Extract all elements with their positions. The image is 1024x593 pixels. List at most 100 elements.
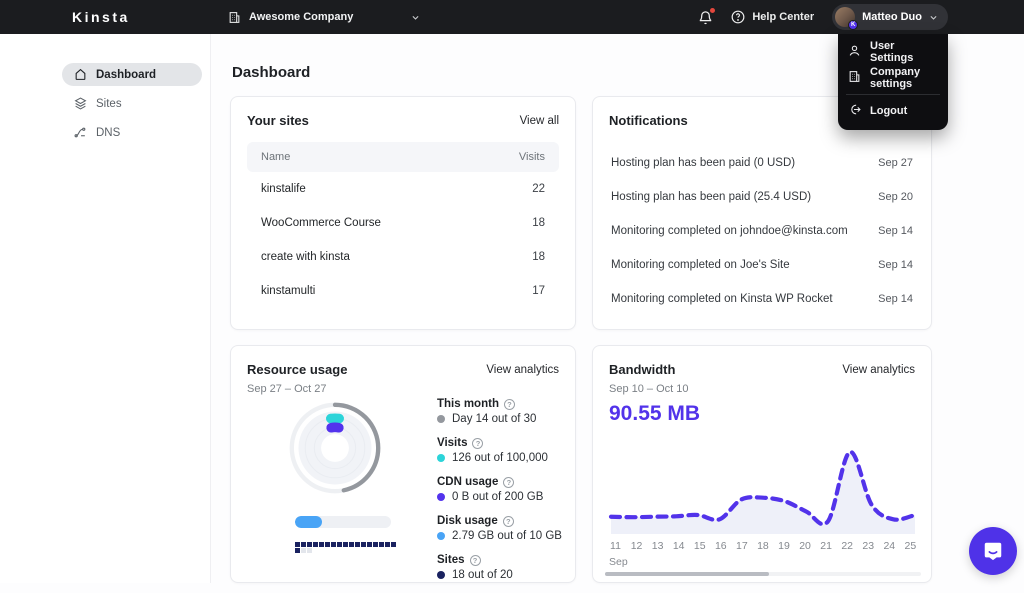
x-tick-label: 25 — [904, 540, 917, 552]
info-icon[interactable]: ? — [503, 398, 515, 410]
site-visits: 18 — [532, 251, 545, 263]
metric-cdn-usage: CDN usage? 0 B out of 200 GB — [437, 476, 562, 503]
logout-icon — [848, 103, 861, 119]
metric-label: Visits? — [437, 437, 562, 449]
help-center-label: Help Center — [752, 11, 815, 23]
disk-usage-fill — [295, 516, 322, 528]
info-icon[interactable]: ? — [469, 554, 481, 566]
metric-label: Disk usage? — [437, 515, 562, 527]
list-item[interactable]: Monitoring completed on johndoe@kinsta.c… — [609, 214, 915, 248]
your-sites-card: Your sites View all Name Visits kinstali… — [230, 96, 576, 330]
metric-label-text: Disk usage — [437, 515, 498, 527]
resource-usage-view-analytics-link[interactable]: View analytics — [486, 364, 559, 376]
menu-item-logout[interactable]: Logout — [838, 98, 948, 124]
metric-visits: Visits? 126 out of 100,000 — [437, 437, 562, 464]
metric-value: 126 out of 100,000 — [437, 452, 562, 464]
menu-item-user-settings[interactable]: User Settings — [838, 39, 948, 65]
sidebar-item-dashboard[interactable]: Dashboard — [62, 63, 202, 86]
table-row[interactable]: kinstalife 22 — [247, 172, 559, 206]
sites-dot — [313, 542, 318, 547]
list-item[interactable]: Hosting plan has been paid (25.4 USD) Sep… — [609, 180, 915, 214]
sites-dot — [319, 542, 324, 547]
metric-value: 18 out of 20 — [437, 569, 562, 581]
chart-month-label: Sep — [609, 556, 628, 568]
chart-x-axis: 11 12 13 14 15 16 17 18 19 20 21 22 23 24 25 — [605, 540, 921, 552]
your-sites-title: Your sites — [247, 113, 309, 128]
chart-scrollbar-thumb[interactable] — [605, 572, 770, 576]
column-name: Name — [261, 151, 291, 163]
sites-dot — [307, 548, 312, 553]
info-icon[interactable]: ? — [502, 515, 514, 527]
notification-text: Hosting plan has been paid (0 USD) — [611, 157, 796, 169]
table-row[interactable]: WooCommerce Course 18 — [247, 206, 559, 240]
chart-scrollbar — [605, 572, 921, 576]
notifications-card: Notifications View all Hosting plan has … — [592, 96, 932, 330]
bandwidth-view-analytics-link[interactable]: View analytics — [842, 364, 915, 376]
notifications-list: Hosting plan has been paid (0 USD) Sep 27… — [593, 146, 931, 316]
resource-donut-chart — [289, 402, 381, 494]
menu-item-company-settings[interactable]: Company settings — [838, 65, 948, 91]
x-tick-label: 23 — [862, 540, 875, 552]
sites-dot — [355, 542, 360, 547]
table-row[interactable]: kinstamulti 17 — [247, 274, 559, 308]
metric-label: CDN usage? — [437, 476, 562, 488]
metric-dot — [437, 532, 445, 540]
menu-item-label: User Settings — [870, 40, 914, 64]
x-tick-label: 12 — [630, 540, 643, 552]
sites-dot — [295, 542, 300, 547]
sites-dot — [337, 542, 342, 547]
info-icon[interactable]: ? — [503, 476, 515, 488]
chevron-down-icon — [930, 15, 937, 20]
notification-date: Sep 14 — [878, 293, 913, 305]
sites-dot — [379, 542, 384, 547]
your-sites-view-all-link[interactable]: View all — [520, 115, 559, 127]
help-center-button[interactable]: Help Center — [731, 10, 814, 24]
sites-dot — [307, 542, 312, 547]
metric-label: This month? — [437, 398, 562, 410]
topbar-right: Help Center K Matteo Duo — [698, 4, 948, 30]
menu-divider — [846, 94, 940, 95]
sites-dot — [325, 542, 330, 547]
chart-area-fill — [611, 451, 915, 534]
metric-label-text: Visits — [437, 437, 468, 449]
sites-dot — [373, 542, 378, 547]
list-item[interactable]: Monitoring completed on Kinsta WP Rocket… — [609, 282, 915, 316]
user-dropdown-menu: User Settings Company settings Logout — [838, 34, 948, 130]
chat-icon — [984, 542, 1002, 561]
metric-label-text: Sites — [437, 554, 465, 566]
chat-launcher-button[interactable] — [969, 527, 1017, 575]
notification-date: Sep 20 — [878, 191, 913, 203]
user-menu-button[interactable]: K Matteo Duo — [832, 4, 948, 30]
bandwidth-date-range: Sep 10 – Oct 10 — [609, 383, 689, 395]
sites-dot — [295, 548, 300, 553]
table-row[interactable]: create with kinsta 18 — [247, 240, 559, 274]
metric-value: Day 14 out of 30 — [437, 413, 562, 425]
sidebar-item-sites[interactable]: Sites — [62, 92, 202, 115]
chevron-down-icon — [412, 15, 419, 20]
layers-icon — [74, 97, 87, 110]
metric-value-text: Day 14 out of 30 — [452, 413, 537, 425]
avatar-badge: K — [848, 20, 859, 30]
bandwidth-card: Bandwidth View analytics Sep 10 – Oct 10… — [592, 345, 932, 583]
x-tick-label: 13 — [651, 540, 664, 552]
notifications-bell-button[interactable] — [698, 7, 716, 25]
company-selector[interactable]: Awesome Company — [228, 11, 420, 24]
metric-dot — [437, 571, 445, 579]
list-item[interactable]: Hosting plan has been paid (0 USD) Sep 27 — [609, 146, 915, 180]
page-title: Dashboard — [232, 64, 311, 81]
sites-dot — [391, 542, 396, 547]
sites-dot — [301, 542, 306, 547]
list-item[interactable]: Monitoring completed on Joe's Site Sep 14 — [609, 248, 915, 282]
resource-usage-card: Resource usage View analytics Sep 27 – O… — [230, 345, 576, 583]
resource-usage-title: Resource usage — [247, 362, 348, 377]
x-tick-label: 15 — [693, 540, 706, 552]
metric-this-month: This month? Day 14 out of 30 — [437, 398, 562, 425]
x-tick-label: 24 — [883, 540, 896, 552]
column-visits: Visits — [518, 151, 545, 163]
info-icon[interactable]: ? — [472, 437, 484, 449]
sites-table-header: Name Visits — [247, 142, 559, 172]
sidebar-item-dns[interactable]: DNS — [62, 121, 202, 144]
x-tick-label: 11 — [610, 540, 621, 552]
site-name: WooCommerce Course — [261, 217, 381, 229]
notification-dot — [710, 7, 716, 13]
